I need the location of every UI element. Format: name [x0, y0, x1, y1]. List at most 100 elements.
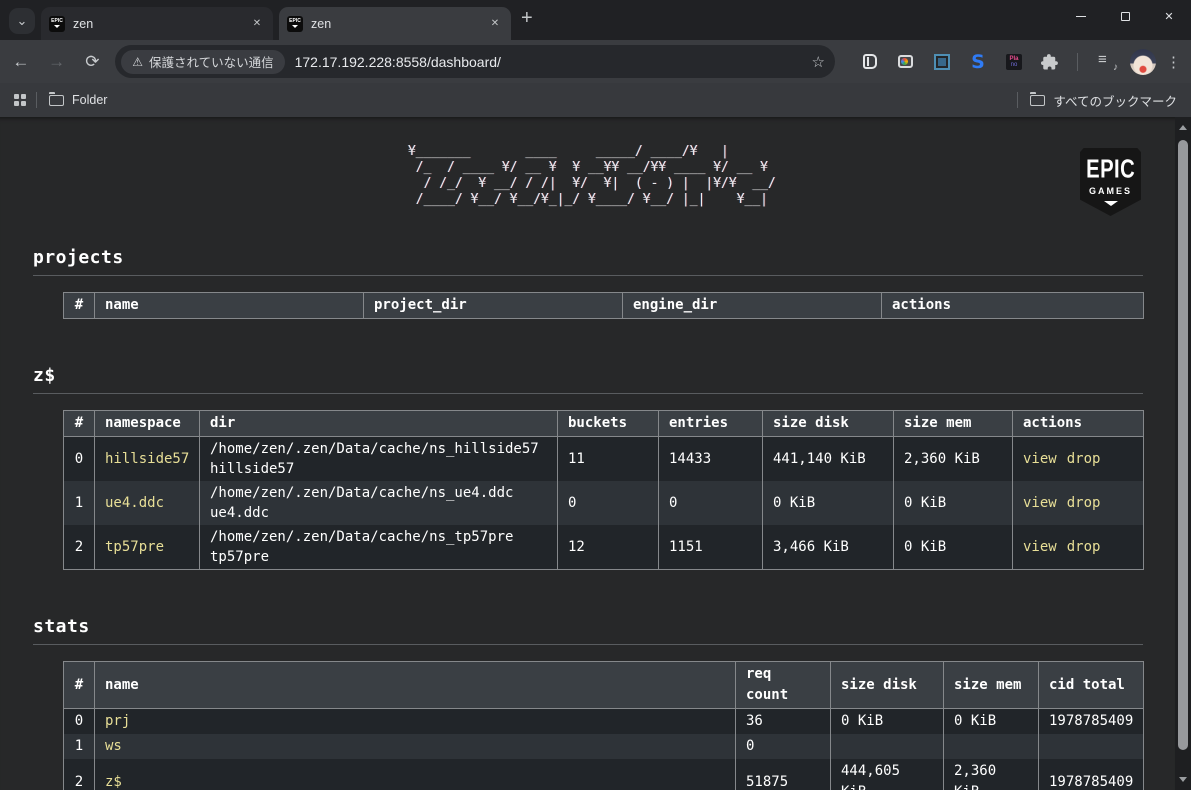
media-controls-icon: ≡ ♪ [1098, 54, 1116, 70]
reload-icon: ⟳ [85, 52, 99, 72]
stats-heading: stats [33, 616, 1143, 637]
back-icon: ← [12, 52, 29, 72]
logo-row: ¥_______ ____ _____/ ____/¥ | /_ / ____ … [33, 144, 1143, 214]
table-row: 2 z$ 51875 444,605 KiB 2,360 KiB 1978785… [64, 759, 1144, 790]
window-controls: ✕ [1059, 0, 1191, 32]
stat-name-link[interactable]: ws [105, 738, 122, 754]
url-text[interactable]: 172.17.192.228:8558/dashboard/ [295, 54, 812, 70]
pia-extension-button[interactable]: PIano [999, 47, 1029, 77]
namespace-link[interactable]: ue4.ddc [105, 495, 164, 511]
close-icon: ✕ [1164, 10, 1173, 23]
projects-heading: projects [33, 247, 1143, 268]
forward-icon: → [48, 52, 65, 72]
bookmarks-divider [1017, 92, 1018, 108]
table-row: 0 hillside57 /home/zen/.zen/Data/cache/n… [64, 437, 1144, 482]
all-bookmarks-button[interactable]: すべてのブックマーク [1030, 91, 1177, 110]
section-rule [33, 393, 1143, 394]
view-link[interactable]: view [1023, 451, 1057, 467]
minimize-icon [1076, 16, 1086, 17]
extensions-menu-button[interactable] [1035, 47, 1065, 77]
s-extension-button[interactable]: S [963, 47, 993, 77]
namespace-link[interactable]: hillside57 [105, 451, 189, 467]
back-button[interactable]: ← [6, 47, 36, 77]
section-rule [33, 644, 1143, 645]
drop-link[interactable]: drop [1067, 539, 1101, 555]
namespace-link[interactable]: tp57pre [105, 539, 164, 555]
kebab-icon: ⋮ [1166, 54, 1181, 71]
forward-button[interactable]: → [42, 47, 72, 77]
view-link[interactable]: view [1023, 495, 1057, 511]
stat-name-link[interactable]: z$ [105, 774, 122, 790]
title-bar: ⌄ EPIC zen ✕ EPIC zen ✕ + ✕ [0, 0, 1191, 40]
extensions-row: S PIano ≡ ♪ ⋮ [849, 47, 1191, 77]
book-icon [863, 54, 877, 69]
zcache-header-row: # namespace dir buckets entries size dis… [64, 411, 1144, 437]
section-rule [33, 275, 1143, 276]
dashboard-page: ¥_______ ____ _____/ ____/¥ | /_ / ____ … [0, 117, 1175, 790]
folder-icon [49, 95, 64, 106]
media-controls-button[interactable]: ≡ ♪ [1092, 47, 1122, 77]
bookmark-folder[interactable]: Folder [49, 93, 107, 107]
drop-link[interactable]: drop [1067, 451, 1101, 467]
s-logo-icon: S [971, 51, 985, 73]
epic-logo-chevron [1104, 201, 1118, 206]
security-chip[interactable]: ⚠ 保護されていない通信 [121, 50, 284, 74]
scrollbar-up-arrow[interactable] [1179, 125, 1187, 130]
reload-button[interactable]: ⟳ [77, 47, 107, 77]
view-link[interactable]: view [1023, 539, 1057, 555]
folder-icon [1030, 95, 1045, 106]
pia-icon: PIano [1006, 54, 1022, 70]
zcache-table: # namespace dir buckets entries size dis… [63, 410, 1144, 570]
photos-extension-button[interactable] [891, 47, 921, 77]
puzzle-icon [1041, 53, 1059, 71]
all-bookmarks-label: すべてのブックマーク [1053, 91, 1177, 110]
warning-icon: ⚠ [132, 55, 143, 69]
toolbar-divider [1077, 53, 1078, 71]
minimize-button[interactable] [1059, 0, 1103, 32]
address-bar[interactable]: ⚠ 保護されていない通信 172.17.192.228:8558/dashboa… [115, 45, 835, 78]
tab-title: zen [73, 17, 249, 31]
browser-menu-button[interactable]: ⋮ [1166, 53, 1181, 71]
drop-link[interactable]: drop [1067, 495, 1101, 511]
zenstore-ascii-logo: ¥_______ ____ _____/ ____/¥ | /_ / ____ … [400, 144, 776, 208]
epic-favicon-icon: EPIC [287, 16, 303, 32]
tab-close-button[interactable]: ✕ [249, 16, 265, 32]
capture-extension-button[interactable] [927, 47, 957, 77]
profile-button[interactable] [1128, 47, 1158, 77]
bookmark-star-icon[interactable]: ☆ [812, 53, 825, 71]
stat-name-link[interactable]: prj [105, 713, 130, 729]
projects-section: projects # name project_dir engine_dir a… [33, 247, 1143, 319]
bookmark-folder-label: Folder [72, 93, 107, 107]
reading-list-extension-button[interactable] [855, 47, 885, 77]
bookmarks-bar: Folder すべてのブックマーク [0, 83, 1191, 117]
avatar [1130, 49, 1156, 75]
tab-zen-1[interactable]: EPIC zen ✕ [41, 7, 273, 40]
stats-section: stats # name req count size disk size me… [33, 616, 1143, 790]
table-row: 1 ue4.ddc /home/zen/.zen/Data/cache/ns_u… [64, 481, 1144, 525]
tab-zen-2-active[interactable]: EPIC zen ✕ [279, 7, 511, 40]
new-tab-button[interactable]: + [521, 7, 533, 30]
browser-toolbar: ← → ⟳ ⚠ 保護されていない通信 172.17.192.228:8558/d… [0, 40, 1191, 83]
apps-grid-button[interactable] [14, 94, 26, 106]
scrollbar-thumb[interactable] [1178, 140, 1188, 750]
table-row: 1 ws 0 [64, 734, 1144, 759]
zcache-heading: z$ [33, 365, 1143, 386]
projects-table: # name project_dir engine_dir actions [63, 292, 1144, 319]
close-button[interactable]: ✕ [1147, 0, 1191, 32]
maximize-button[interactable] [1103, 0, 1147, 32]
tab-search-button[interactable]: ⌄ [9, 8, 35, 34]
maximize-icon [1121, 12, 1130, 21]
security-chip-label: 保護されていない通信 [149, 52, 274, 71]
scrollbar-down-arrow[interactable] [1179, 777, 1187, 782]
table-row: 0 prj 36 0 KiB 0 KiB 1978785409 [64, 709, 1144, 735]
zcache-section: z$ # namespace dir buckets entries size … [33, 365, 1143, 570]
chevron-down-icon: ⌄ [17, 13, 28, 29]
page-scrollbar[interactable] [1175, 117, 1191, 790]
tab-close-button[interactable]: ✕ [487, 16, 503, 32]
capture-frame-icon [934, 54, 950, 70]
stats-header-row: # name req count size disk size mem cid … [64, 662, 1144, 709]
stats-table: # name req count size disk size mem cid … [63, 661, 1144, 790]
photo-icon [898, 55, 913, 68]
epic-favicon-icon: EPIC [49, 16, 65, 32]
table-row: 2 tp57pre /home/zen/.zen/Data/cache/ns_t… [64, 525, 1144, 570]
